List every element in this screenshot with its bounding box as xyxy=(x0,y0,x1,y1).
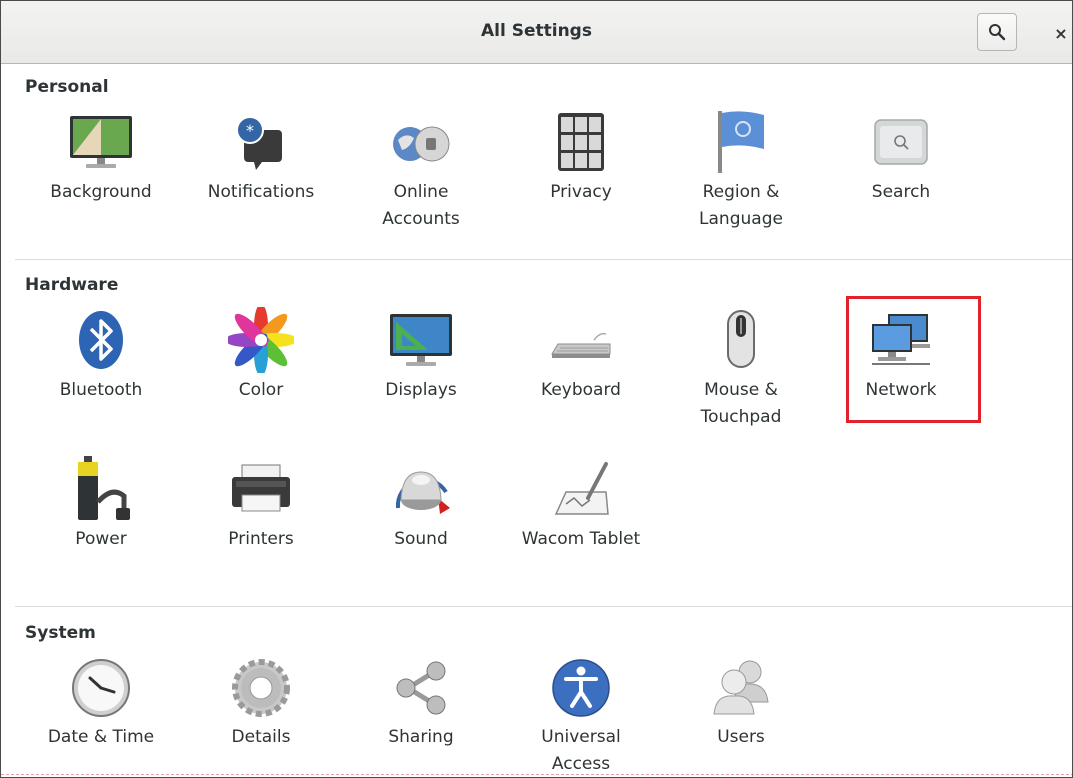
settings-item-users[interactable]: Users xyxy=(666,654,816,777)
settings-item-label: Wacom Tablet xyxy=(521,529,641,549)
settings-item-label: Power xyxy=(75,529,127,549)
mouse-icon xyxy=(708,307,774,373)
settings-item-details[interactable]: Details xyxy=(186,654,336,777)
settings-item-background[interactable]: Background xyxy=(26,109,176,239)
settings-item-label: Mouse & Touchpad xyxy=(700,380,782,427)
power-icon xyxy=(68,456,134,522)
settings-item-label: Sound xyxy=(394,529,448,549)
settings-item-label: Color xyxy=(238,380,284,400)
settings-item-date-time[interactable]: Date & Time xyxy=(26,654,176,777)
sharing-icon xyxy=(388,654,454,720)
settings-item-online-accounts[interactable]: Online Accounts xyxy=(346,109,496,239)
online-accounts-icon xyxy=(388,109,454,175)
settings-item-power[interactable]: Power xyxy=(26,456,176,586)
settings-item-search[interactable]: Search xyxy=(826,109,976,239)
settings-item-label: Search xyxy=(871,182,931,202)
settings-item-label: Background xyxy=(50,182,152,202)
section-divider xyxy=(15,606,1072,607)
settings-item-privacy[interactable]: Privacy xyxy=(506,109,656,239)
settings-item-printers[interactable]: Printers xyxy=(186,456,336,586)
settings-item-wacom-tablet[interactable]: Wacom Tablet xyxy=(506,456,656,586)
settings-item-label: Notifications xyxy=(207,182,315,202)
settings-item-label: Keyboard xyxy=(541,380,621,400)
settings-item-label: Sharing xyxy=(388,727,454,747)
region-language-icon xyxy=(708,109,774,175)
search-settings-icon xyxy=(868,109,934,175)
settings-item-label: Displays xyxy=(385,380,457,400)
settings-item-keyboard[interactable]: Keyboard xyxy=(506,307,656,437)
wacom-tablet-icon xyxy=(548,456,614,522)
settings-item-label: Universal Access xyxy=(541,727,621,774)
settings-item-label: Privacy xyxy=(550,182,612,202)
settings-item-label: Details xyxy=(231,727,291,747)
close-button[interactable]: × xyxy=(1047,19,1072,47)
displays-icon xyxy=(388,307,454,373)
settings-item-bluetooth[interactable]: Bluetooth xyxy=(26,307,176,437)
settings-item-displays[interactable]: Displays xyxy=(346,307,496,437)
svg-text:*: * xyxy=(246,121,254,140)
section-title-hardware: Hardware xyxy=(25,275,119,295)
printers-icon xyxy=(228,456,294,522)
settings-item-label: Bluetooth xyxy=(59,380,143,400)
notifications-icon: * xyxy=(228,109,294,175)
settings-item-universal-access[interactable]: Universal Access xyxy=(506,654,656,777)
privacy-icon xyxy=(548,109,614,175)
bluetooth-icon xyxy=(68,307,134,373)
window-title: All Settings xyxy=(481,21,592,41)
settings-item-notifications[interactable]: * Notifications xyxy=(186,109,336,239)
settings-item-label: Online Accounts xyxy=(382,182,460,229)
settings-item-sound[interactable]: Sound xyxy=(346,456,496,586)
settings-item-sharing[interactable]: Sharing xyxy=(346,654,496,777)
settings-item-mouse-touchpad[interactable]: Mouse & Touchpad xyxy=(666,307,816,437)
close-icon: × xyxy=(1054,23,1068,43)
background-icon xyxy=(68,109,134,175)
sound-icon xyxy=(388,456,454,522)
settings-item-label: Users xyxy=(717,727,765,747)
settings-window: All Settings × Personal Background * Not… xyxy=(0,0,1073,778)
section-title-personal: Personal xyxy=(25,77,109,97)
search-button[interactable] xyxy=(977,13,1017,51)
keyboard-icon xyxy=(548,307,614,373)
section-title-system: System xyxy=(25,623,96,643)
color-icon xyxy=(228,307,294,373)
header-bar: All Settings × xyxy=(1,1,1072,64)
settings-item-label: Printers xyxy=(228,529,294,549)
universal-access-icon xyxy=(548,654,614,720)
network-highlight-box xyxy=(846,296,981,423)
users-icon xyxy=(708,654,774,720)
search-icon xyxy=(989,24,1006,41)
settings-item-region-language[interactable]: Region & Language xyxy=(666,109,816,239)
settings-item-label: Date & Time xyxy=(47,727,155,747)
date-time-icon xyxy=(68,654,134,720)
section-divider xyxy=(15,259,1072,260)
bottom-edge xyxy=(1,774,1072,775)
details-icon xyxy=(228,654,294,720)
settings-item-label: Region & Language xyxy=(699,182,783,229)
settings-item-color[interactable]: Color xyxy=(186,307,336,437)
